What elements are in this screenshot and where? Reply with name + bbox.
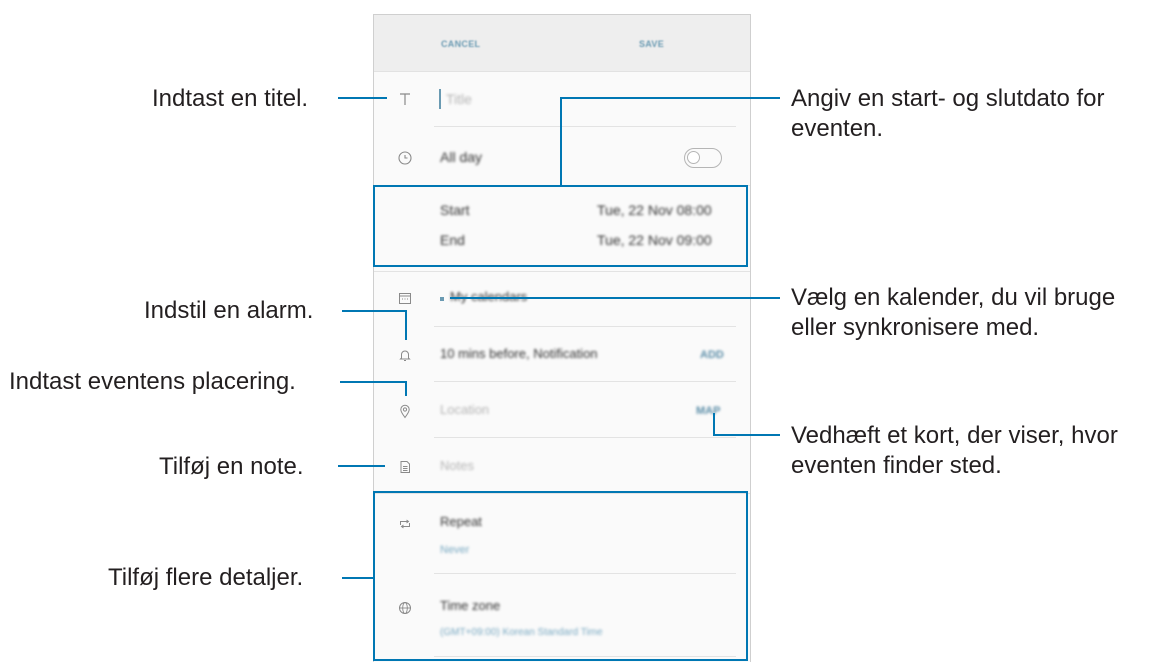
map-button[interactable]: MAP (696, 405, 720, 417)
divider (374, 271, 750, 272)
annotation-details: Tilføj flere detaljer. (108, 564, 304, 591)
reminder-value[interactable]: 10 mins before, Notification (440, 346, 598, 361)
dates-callout-line (560, 97, 562, 186)
annotation-calendar-line1: Vælg en kalender, du vil bruge (791, 284, 1116, 311)
annotation-map-line2: eventen finder sted. (791, 452, 1002, 479)
annotation-note: Tilføj en note. (159, 453, 304, 480)
clock-icon (396, 149, 414, 167)
calendar-callout-line (450, 297, 780, 299)
annotation-dates-line1: Angiv en start- og slutdato for (791, 85, 1105, 112)
alarm-callout-line (405, 310, 407, 340)
all-day-label: All day (440, 149, 483, 165)
all-day-toggle[interactable] (684, 148, 722, 168)
map-callout-line (713, 434, 780, 436)
calendar-icon (396, 289, 414, 307)
annotation-location: Indtast eventens placering. (9, 368, 296, 395)
save-button[interactable]: SAVE (639, 39, 664, 49)
title-input[interactable]: Title (446, 91, 472, 107)
text-icon (396, 90, 414, 108)
location-callout-line (340, 381, 407, 383)
alarm-callout-line (342, 310, 407, 312)
divider (434, 437, 736, 438)
details-callout-line (342, 577, 375, 579)
app-bar: CANCEL SAVE (374, 15, 750, 72)
title-callout-line (338, 97, 387, 99)
note-icon (396, 458, 414, 476)
date-range-highlight (373, 185, 748, 267)
cancel-button[interactable]: CANCEL (441, 39, 480, 49)
calendar-color-dot (440, 297, 444, 301)
annotation-map-line1: Vedhæft et kort, der viser, hvor (791, 422, 1118, 449)
location-callout-line (405, 381, 407, 396)
annotation-alarm: Indstil en alarm. (144, 297, 314, 324)
add-reminder-button[interactable]: ADD (700, 349, 724, 361)
bell-icon (396, 346, 414, 364)
annotation-title: Indtast en titel. (152, 85, 309, 112)
divider (434, 326, 736, 327)
divider (434, 381, 736, 382)
toggle-knob (687, 151, 700, 164)
location-input[interactable]: Location (440, 402, 489, 417)
notes-input[interactable]: Notes (440, 458, 474, 473)
details-highlight (373, 491, 748, 661)
dates-callout-line (560, 97, 780, 99)
location-pin-icon (396, 402, 414, 420)
note-callout-line (338, 465, 385, 467)
map-callout-line (713, 413, 715, 436)
annotation-dates-line2: eventen. (791, 115, 884, 142)
text-cursor (439, 89, 441, 109)
annotation-calendar-line2: eller synkronisere med. (791, 314, 1040, 341)
divider (434, 126, 736, 127)
